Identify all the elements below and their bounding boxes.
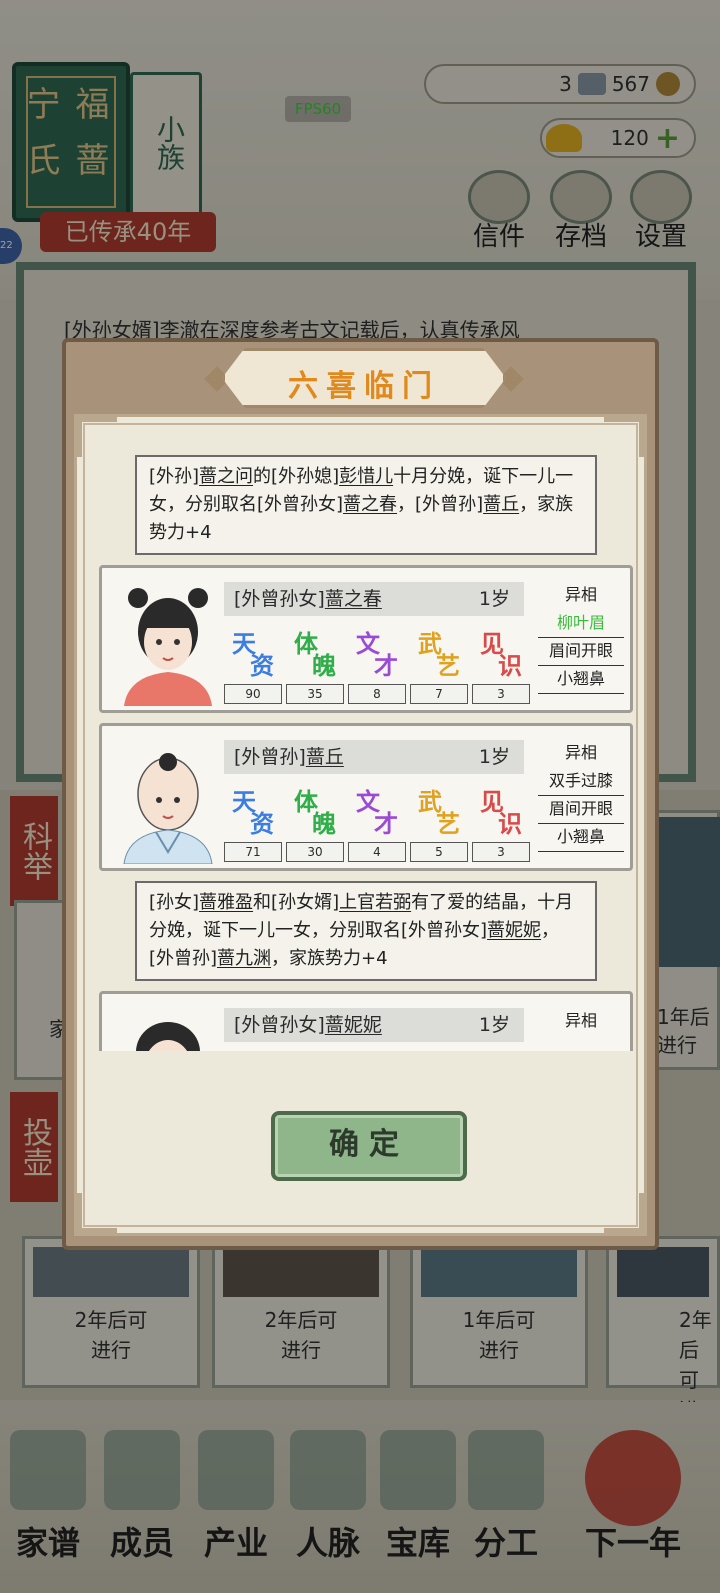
traits-header: 异相 [564,585,597,604]
birth-event-message: [外孙]蔷之问的[外孙媳]彭惜儿十月分娩，诞下一儿一女，分别取名[外曾孙女]蔷之… [135,455,597,555]
child-age: 1岁 [478,588,510,610]
dialog-title: 六喜临门 [288,369,440,404]
physique-value: 30 [286,842,344,862]
child-name-bar: [外曾孙女]蔷之春 1岁 [224,582,524,616]
child-traits: 异相 柳叶眉 眉间开眼 小翘鼻 [538,582,624,694]
trait: 眉间开眼 [538,796,624,824]
child-age: 1岁 [478,1014,510,1036]
child-stats: 天资 90 体魄 35 文才 8 武艺 7 见 识 3 [224,624,532,704]
dialog-title-plate: 六喜临门 [222,348,506,408]
child-card[interactable]: [外曾孙女]蔷妮妮 1岁 异相 [99,991,633,1051]
birth-event-message: [孙女]蔷雅盈和[孙女婿]上官若弼有了爱的结晶，十月分娩，诞下一儿一女，分别取名… [135,881,597,981]
confirm-button[interactable]: 确定 [271,1111,467,1181]
trait: 小翘鼻 [538,666,624,694]
trait: 双手过膝 [538,768,624,796]
girl-portrait-avatar [136,1022,200,1051]
dialog-body: [外孙]蔷之问的[外孙媳]彭惜儿十月分娩，诞下一儿一女，分别取名[外曾孙女]蔷之… [74,414,647,1236]
child-name-bar: [外曾孙]蔷丘 1岁 [224,740,524,774]
trait: 柳叶眉 [538,610,624,638]
traits-header: 异相 [564,743,597,762]
child-stats: 天资 71 体魄 30 文才 4 武艺 5 见 识 3 [224,782,532,862]
boy-portrait-avatar [123,753,213,864]
child-traits: 异相 [538,1008,624,1036]
physique-value: 35 [286,684,344,704]
literature-value: 8 [348,684,406,704]
traits-header: 异相 [564,1011,597,1030]
aptitude-value: 71 [224,842,282,862]
child-card[interactable]: [外曾孙女]蔷之春 1岁 天资 90 体魄 35 文才 8 武 艺 7 见 识 … [99,565,633,713]
girl-portrait-avatar [124,588,212,706]
martial-value: 7 [410,684,468,704]
insight-value: 3 [472,684,530,704]
birth-list-scroll[interactable]: [外孙]蔷之问的[外孙媳]彭惜儿十月分娩，诞下一儿一女，分别取名[外曾孙女]蔷之… [99,447,633,1051]
child-traits: 异相 双手过膝 眉间开眼 小翘鼻 [538,740,624,852]
child-age: 1岁 [478,746,510,768]
child-card[interactable]: [外曾孙]蔷丘 1岁 天资 71 体魄 30 文才 4 武 艺 5 见 识 3 … [99,723,633,871]
child-name-bar: [外曾孙女]蔷妮妮 1岁 [224,1008,524,1042]
martial-value: 5 [410,842,468,862]
six-joys-dialog: 六喜临门 [外孙]蔷之问的[外孙媳]彭惜儿十月分娩，诞下一儿一女，分别取名[外曾… [62,338,659,1250]
trait: 小翘鼻 [538,824,624,852]
insight-value: 3 [472,842,530,862]
literature-value: 4 [348,842,406,862]
aptitude-value: 90 [224,684,282,704]
trait: 眉间开眼 [538,638,624,666]
